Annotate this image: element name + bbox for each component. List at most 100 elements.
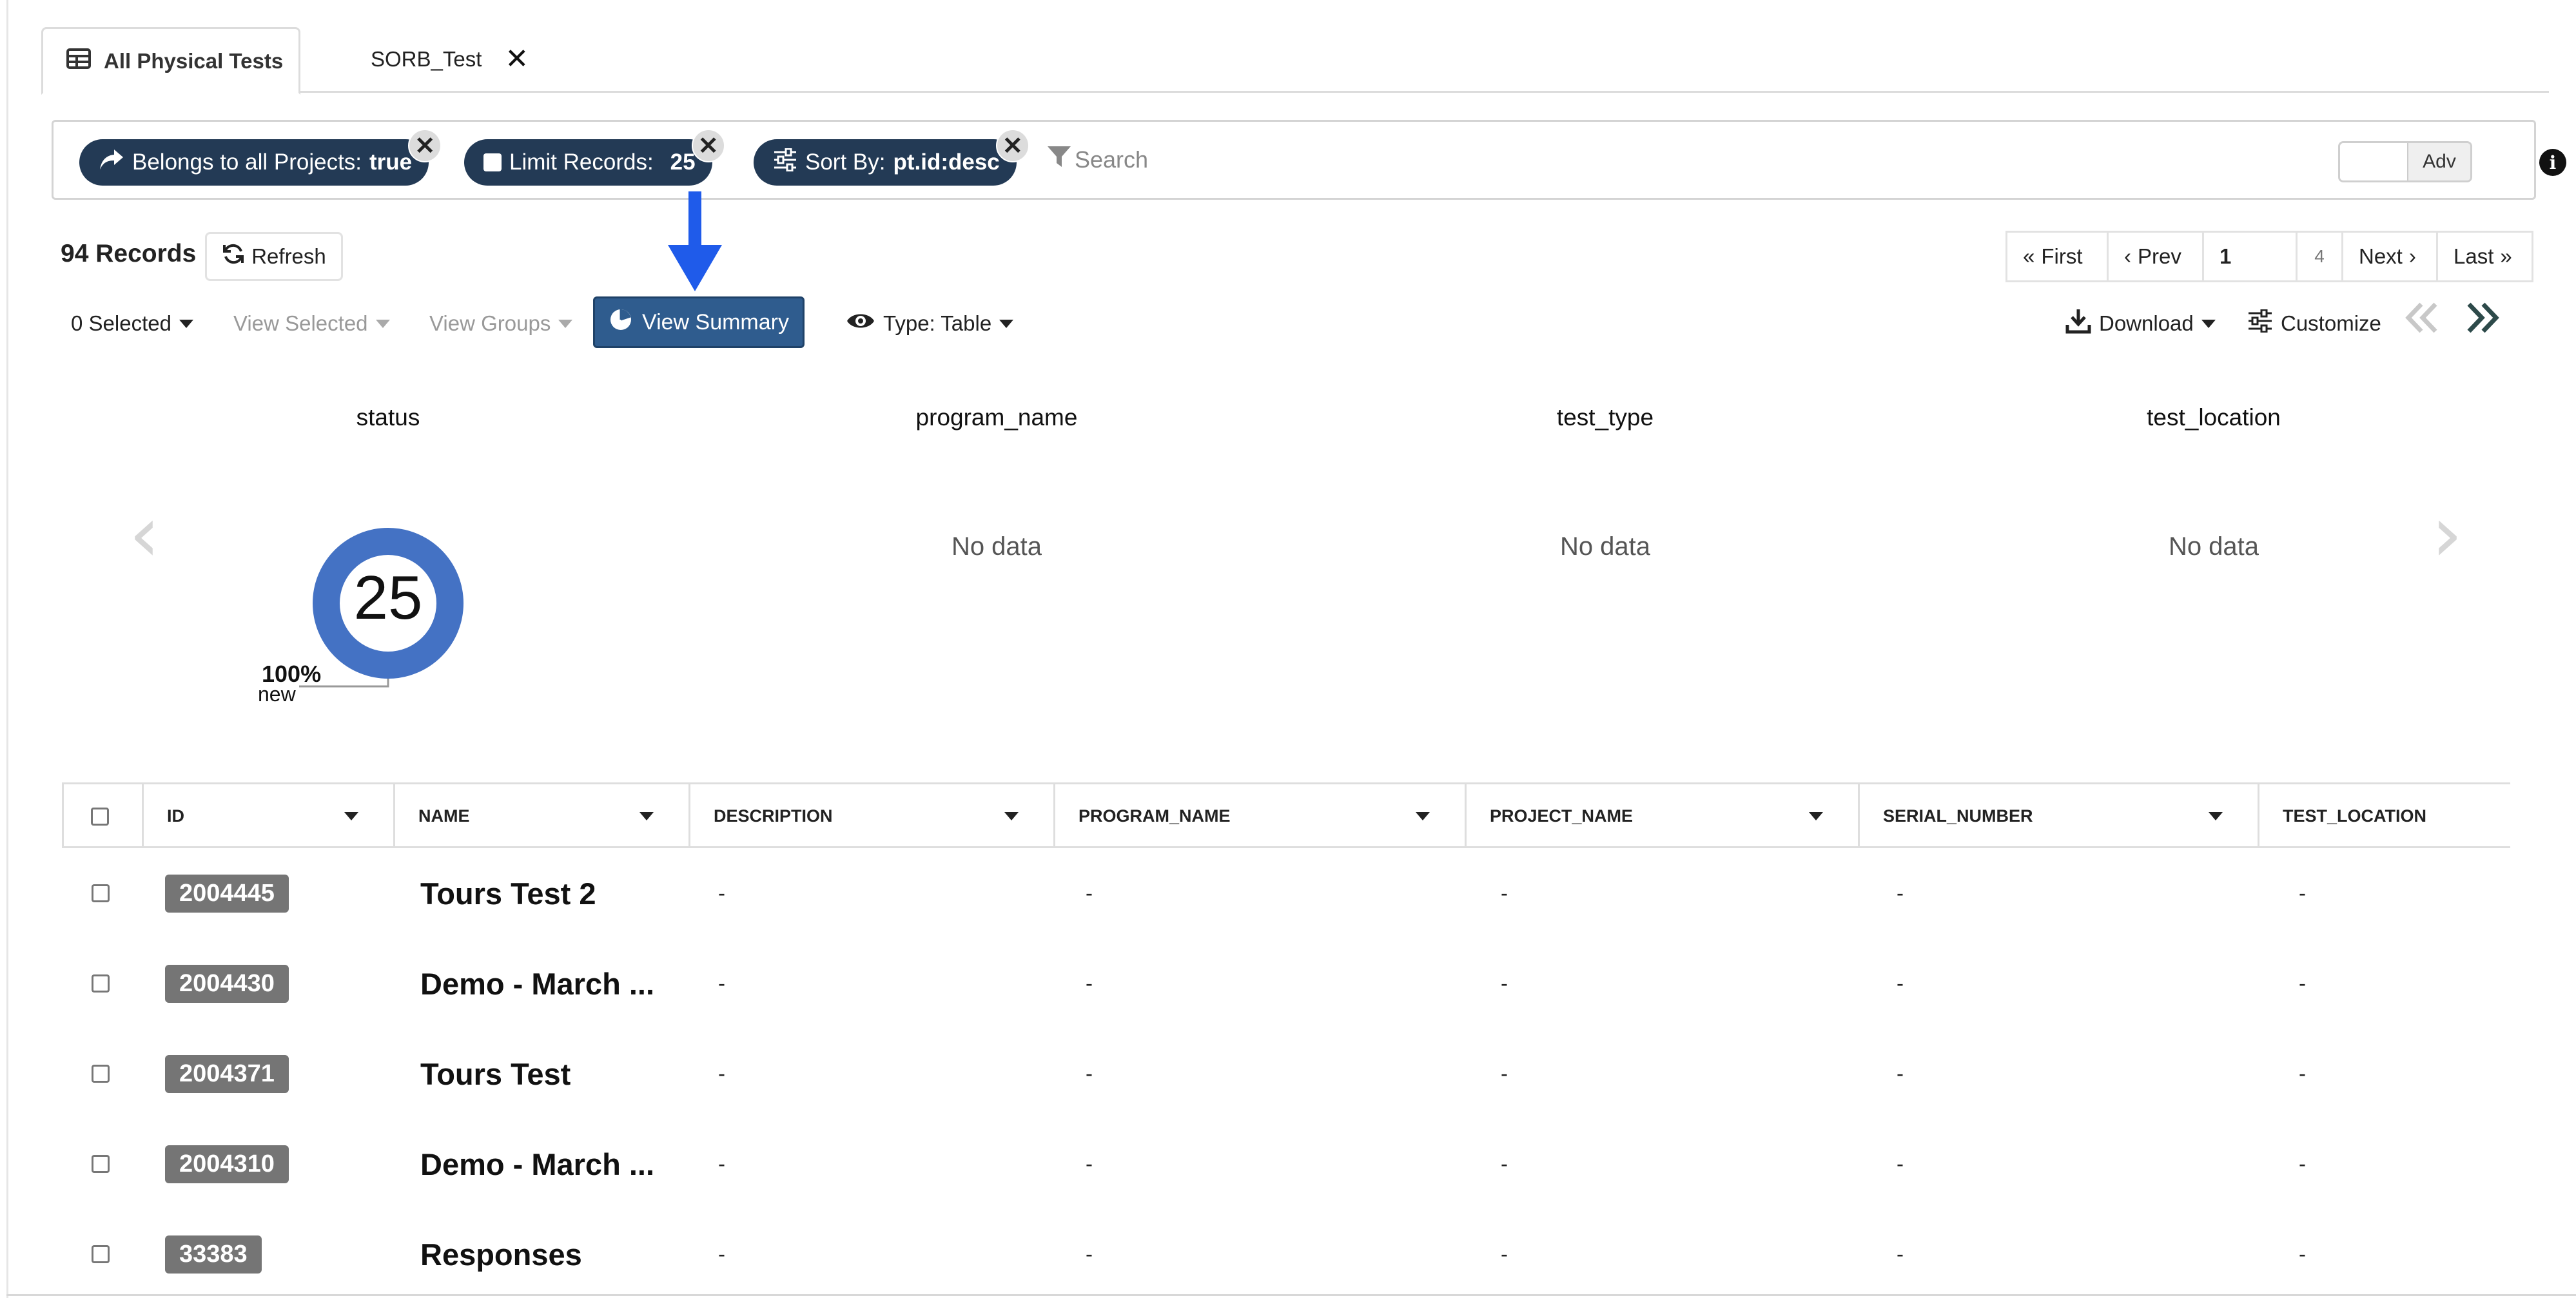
sliders-icon — [773, 148, 797, 177]
annotation-arrow-head — [668, 245, 722, 291]
row-checkbox[interactable] — [92, 884, 110, 902]
cell-test-location: - — [2299, 881, 2306, 905]
advanced-toggle[interactable]: Adv — [2338, 141, 2472, 182]
record-name[interactable]: Tours Test — [420, 1056, 571, 1092]
column-header-serial-number[interactable]: SERIAL_NUMBER — [1860, 784, 2259, 848]
page-total: 4 — [2296, 231, 2343, 282]
id-badge[interactable]: 2004371 — [165, 1054, 289, 1093]
column-header-name[interactable]: NAME — [395, 784, 690, 848]
double-chevron-right-icon — [2464, 302, 2501, 339]
cell-program-name: - — [1086, 1061, 1093, 1085]
table-row[interactable]: 2004310 Demo - March ... - - - - - — [62, 1119, 2510, 1209]
tab-all-physical-tests[interactable]: All Physical Tests — [41, 27, 300, 95]
table-row[interactable]: 2004371 Tours Test - - - - - — [62, 1029, 2510, 1119]
caret-down-icon[interactable] — [639, 812, 654, 820]
row-checkbox[interactable] — [92, 1065, 110, 1083]
table-header: ID NAME DESCRIPTION PROGRAM_NAME PROJECT… — [62, 782, 2510, 848]
tab-sorb-test[interactable]: SORB_Test ✕ — [328, 27, 534, 92]
selected-label: 0 Selected — [71, 311, 171, 335]
record-name[interactable]: Demo - March ... — [420, 1147, 654, 1182]
filter-pill-limit[interactable]: Limit Records: 25 ✕ — [464, 129, 725, 186]
scroll-left-button[interactable] — [2403, 298, 2441, 343]
id-badge[interactable]: 33383 — [165, 1235, 262, 1274]
column-header-project-name[interactable]: PROJECT_NAME — [1467, 784, 1860, 848]
last-page-button[interactable]: Last » — [2436, 231, 2533, 282]
cell-project-name: - — [1501, 1152, 1508, 1176]
sliders-icon — [2247, 309, 2273, 338]
column-header-program-name[interactable]: PROGRAM_NAME — [1055, 784, 1467, 848]
remove-filter-icon[interactable]: ✕ — [995, 129, 1029, 162]
filter-bar: Belongs to all Projects: true ✕ Limit Re… — [52, 120, 2566, 200]
view-selected-dropdown[interactable]: View Selected — [233, 309, 390, 338]
next-page-button[interactable]: Next › — [2341, 231, 2438, 282]
id-badge[interactable]: 2004445 — [165, 874, 289, 913]
cell-serial-number: - — [1897, 881, 1904, 905]
status-donut-chart: 25 100% new — [258, 528, 463, 706]
scroll-right-button[interactable] — [2464, 298, 2501, 343]
view-summary-button[interactable]: View Summary — [593, 296, 805, 348]
id-badge[interactable]: 2004430 — [165, 964, 289, 1003]
search-input[interactable]: Search — [1046, 144, 1148, 175]
pie-chart-icon — [609, 307, 633, 338]
no-data-test-location: No data — [2168, 532, 2259, 561]
last-label: Last — [2454, 244, 2494, 268]
chart-title-test-type: test_type — [1556, 404, 1654, 431]
table-row[interactable]: 2004445 Tours Test 2 - - - - - — [62, 848, 2510, 938]
first-label: First — [2041, 244, 2083, 268]
caret-down-icon — [558, 319, 573, 328]
view-groups-dropdown[interactable]: View Groups — [429, 309, 573, 338]
share-icon — [99, 148, 124, 177]
column-label: SERIAL_NUMBER — [1883, 806, 2033, 826]
column-header-id[interactable]: ID — [144, 784, 395, 848]
column-header-description[interactable]: DESCRIPTION — [690, 784, 1055, 848]
type-dropdown[interactable]: Type: Table — [846, 309, 1014, 338]
left-border — [6, 0, 8, 1298]
carousel-next-icon[interactable]: › — [2432, 496, 2463, 574]
filter-pill-sort[interactable]: Sort By: pt.id:desc ✕ — [754, 129, 1029, 186]
row-checkbox[interactable] — [92, 974, 110, 993]
caret-down-icon[interactable] — [1004, 812, 1019, 820]
first-page-button[interactable]: « First — [2005, 231, 2109, 282]
prev-page-button[interactable]: ‹ Prev — [2107, 231, 2204, 282]
download-icon — [2065, 308, 2091, 339]
caret-down-icon — [999, 319, 1014, 328]
record-name[interactable]: Tours Test 2 — [420, 876, 596, 911]
caret-down-icon[interactable] — [344, 812, 358, 820]
close-icon[interactable]: ✕ — [505, 45, 529, 73]
page-number-input[interactable]: 1 — [2202, 231, 2298, 282]
cell-program-name: - — [1086, 971, 1093, 995]
cell-program-name: - — [1086, 881, 1093, 905]
filter-label: Limit Records: — [509, 150, 654, 175]
filter-value: pt.id:desc — [893, 150, 1000, 175]
select-all-checkbox[interactable] — [91, 807, 109, 826]
filter-label: Sort By: — [805, 150, 886, 175]
cell-project-name: - — [1501, 1061, 1508, 1085]
remove-filter-icon[interactable]: ✕ — [691, 129, 725, 162]
filter-pill-projects[interactable]: Belongs to all Projects: true ✕ — [79, 129, 442, 186]
caret-down-icon[interactable] — [2209, 812, 2223, 820]
row-checkbox[interactable] — [92, 1155, 110, 1173]
table-row[interactable]: 33383 Responses - - - - - — [62, 1209, 2510, 1298]
caret-down-icon[interactable] — [1416, 812, 1430, 820]
remove-filter-icon[interactable]: ✕ — [408, 129, 442, 162]
info-icon[interactable]: i — [2539, 149, 2566, 176]
record-name[interactable]: Responses — [420, 1237, 582, 1272]
download-label: Download — [2099, 311, 2194, 335]
download-dropdown[interactable]: Download — [2065, 309, 2216, 338]
record-name[interactable]: Demo - March ... — [420, 966, 654, 1002]
annotation-arrow-shaft — [688, 191, 701, 247]
carousel-prev-icon[interactable]: ‹ — [129, 496, 160, 574]
column-label: PROJECT_NAME — [1490, 806, 1634, 826]
refresh-label: Refresh — [251, 244, 326, 268]
column-header-test-location[interactable]: TEST_LOCATION — [2259, 784, 2512, 848]
id-badge[interactable]: 2004310 — [165, 1145, 289, 1183]
column-label: DESCRIPTION — [714, 806, 833, 826]
row-checkbox[interactable] — [92, 1245, 110, 1263]
cell-program-name: - — [1086, 1242, 1093, 1266]
customize-button[interactable]: Customize — [2247, 309, 2381, 338]
refresh-button[interactable]: Refresh — [205, 232, 343, 281]
checkbox-icon — [483, 153, 502, 171]
caret-down-icon[interactable] — [1809, 812, 1823, 820]
table-row[interactable]: 2004430 Demo - March ... - - - - - — [62, 938, 2510, 1029]
selected-dropdown[interactable]: 0 Selected — [71, 309, 193, 338]
